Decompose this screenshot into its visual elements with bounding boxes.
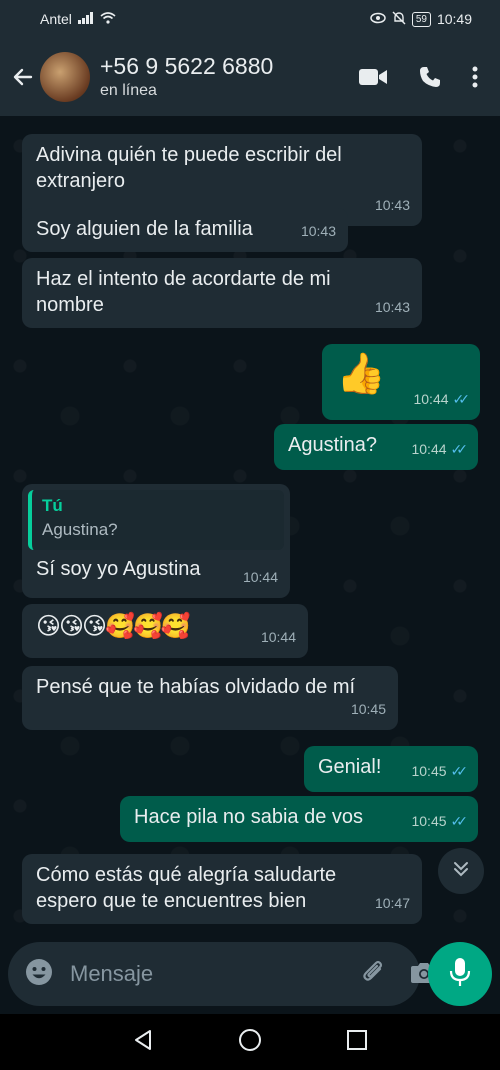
scroll-to-bottom-button[interactable] (438, 848, 484, 894)
message-time: 10:45 (350, 701, 386, 717)
time-text: 10:45 (411, 763, 447, 779)
message-incoming[interactable]: Pensé que te habías olvidado de mí 10:45 (22, 666, 398, 730)
quote-author: Tú (42, 496, 63, 515)
nav-back-icon[interactable] (132, 1029, 154, 1056)
read-ticks-icon: ✓✓ (452, 391, 471, 407)
message-time: 10:43 (374, 299, 410, 315)
time-text: 10:44 (413, 391, 449, 407)
avatar[interactable] (40, 52, 90, 102)
quote-text: Agustina? (42, 520, 118, 539)
read-ticks-icon: ✓✓ (450, 763, 469, 779)
message-outgoing[interactable]: 👍 10:44 ✓✓ (322, 344, 480, 420)
message-time: 10:45 ✓✓ (411, 758, 469, 784)
message-time: 10:44 ✓✓ (413, 386, 471, 412)
read-ticks-icon: ✓✓ (450, 813, 469, 829)
microphone-icon (449, 957, 471, 992)
message-time: 10:43 (300, 223, 336, 239)
phone-call-icon[interactable] (418, 65, 442, 89)
carrier-label: Antel (40, 11, 72, 27)
back-arrow-icon[interactable] (6, 65, 40, 89)
nav-home-icon[interactable] (238, 1028, 262, 1057)
message-text: Pensé que te habías olvidado de mí (36, 676, 356, 698)
emoji-icon[interactable] (24, 957, 54, 992)
contact-info[interactable]: +56 9 5622 6880 en línea (100, 52, 358, 102)
clock: 10:49 (436, 11, 472, 27)
message-input[interactable] (68, 960, 360, 988)
status-left: Antel (40, 11, 116, 27)
message-text: Sí soy yo Agustina (36, 558, 201, 580)
message-incoming-reply[interactable]: Tú Agustina? Sí soy yo Agustina 10:44 (22, 484, 290, 598)
voice-message-button[interactable] (428, 942, 492, 1006)
contact-name: +56 9 5622 6880 (100, 53, 274, 79)
double-chevron-down-icon (451, 859, 471, 884)
nav-recents-icon[interactable] (346, 1029, 368, 1056)
battery-indicator: 59 (411, 11, 431, 27)
message-text: Haz el intento de acordarte de mi nombre (36, 268, 331, 316)
status-bar: Antel 59 10:49 (0, 0, 500, 38)
message-text: Adivina quién te puede escribir del extr… (36, 144, 342, 192)
message-outgoing[interactable]: Genial! 10:45 ✓✓ (304, 746, 478, 792)
time-text: 10:44 (411, 441, 447, 457)
message-time: 10:44 ✓✓ (411, 436, 469, 462)
message-incoming[interactable]: Soy alguien de la familia 10:43 (22, 208, 348, 252)
mute-icon (392, 11, 406, 28)
message-incoming[interactable]: Haz el intento de acordarte de mi nombre… (22, 258, 422, 328)
contact-status: en línea (100, 82, 157, 99)
read-ticks-icon: ✓✓ (450, 441, 469, 457)
status-right: 59 10:49 (370, 11, 472, 28)
message-input-bar (8, 942, 437, 1006)
message-time: 10:44 (242, 569, 278, 585)
eye-icon (370, 11, 386, 27)
more-options-icon[interactable] (472, 66, 478, 88)
chat-area[interactable]: Adivina quién te puede escribir del extr… (0, 116, 500, 1014)
message-incoming[interactable]: 😘😘😘🥰🥰🥰 10:44 (22, 604, 308, 658)
message-outgoing[interactable]: Hace pila no sabia de vos 10:45 ✓✓ (120, 796, 478, 842)
video-call-icon[interactable] (358, 67, 388, 87)
system-navigation-bar (0, 1014, 500, 1070)
message-text: Soy alguien de la familia (36, 218, 253, 240)
attach-icon[interactable] (360, 957, 386, 992)
signal-icon (77, 11, 94, 27)
message-text: Cómo estás qué alegría saludarte espero … (36, 864, 337, 912)
header-actions (358, 65, 478, 89)
wifi-icon (100, 11, 116, 27)
message-emoji: 😘😘😘🥰🥰🥰 (36, 613, 191, 640)
time-text: 10:45 (411, 813, 447, 829)
message-outgoing[interactable]: Agustina? 10:44 ✓✓ (274, 424, 478, 470)
message-incoming[interactable]: Cómo estás qué alegría saludarte espero … (22, 854, 422, 924)
message-time: 10:47 (374, 895, 410, 911)
chat-header: +56 9 5622 6880 en línea (0, 38, 500, 116)
message-time: 10:45 ✓✓ (411, 808, 469, 834)
message-time: 10:43 (374, 197, 410, 213)
message-time: 10:44 (260, 629, 296, 645)
quoted-message[interactable]: Tú Agustina? (28, 490, 284, 550)
